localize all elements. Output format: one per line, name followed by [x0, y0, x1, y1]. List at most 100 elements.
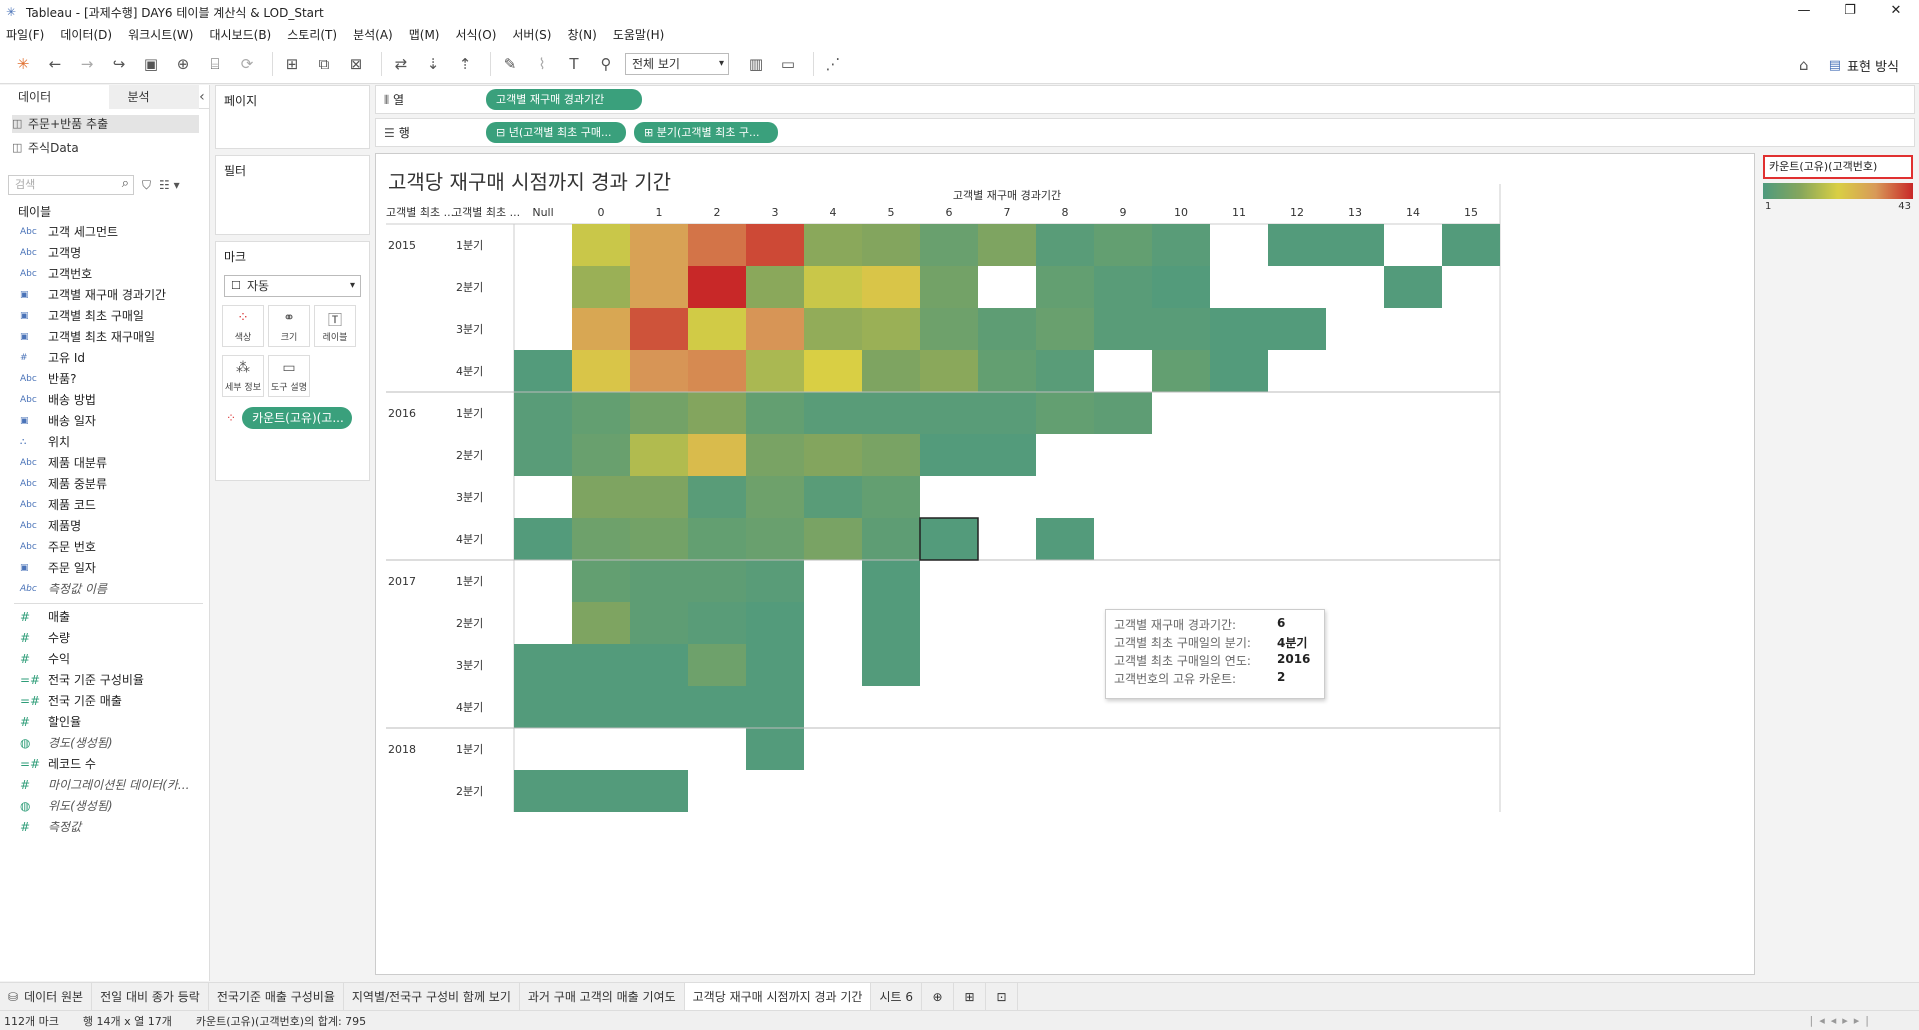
heatmap-cell[interactable]: [862, 602, 920, 644]
measure-field[interactable]: =# 전국 기준 매출: [0, 691, 209, 712]
size-button[interactable]: ⚭ 크기: [268, 305, 310, 347]
sheet-tab[interactable]: 과거 구매 고객의 매출 기여도: [520, 982, 685, 1011]
measure-field[interactable]: # 매출: [0, 607, 209, 628]
heatmap-cell[interactable]: [978, 308, 1036, 350]
color-field-pill[interactable]: 카운트(고유)(고...: [242, 407, 353, 429]
heatmap-cell[interactable]: [862, 266, 920, 308]
minimize-button[interactable]: —: [1781, 0, 1827, 24]
dimension-field[interactable]: Abc 제품명: [0, 516, 209, 537]
row-quarter-label[interactable]: 4분기: [456, 365, 483, 378]
row-quarter-label[interactable]: 3분기: [456, 659, 483, 672]
heatmap-cell[interactable]: [862, 434, 920, 476]
heatmap-cell[interactable]: [572, 644, 630, 686]
heatmap-cell[interactable]: [978, 434, 1036, 476]
heatmap-cell[interactable]: [1442, 224, 1500, 266]
row-quarter-label[interactable]: 2분기: [456, 617, 483, 630]
row-quarter-label[interactable]: 2분기: [456, 281, 483, 294]
dimension-field[interactable]: Abc 측정값 이름: [0, 579, 209, 600]
column-tick-label[interactable]: 1: [656, 206, 663, 219]
column-tick-label[interactable]: Null: [532, 206, 553, 219]
heatmap-cell[interactable]: [746, 644, 804, 686]
row-year-label[interactable]: 2018: [388, 743, 416, 756]
heatmap-cell[interactable]: [804, 224, 862, 266]
dimension-field[interactable]: Abc 배송 방법: [0, 390, 209, 411]
collapse-pane-icon[interactable]: ‹: [199, 85, 209, 108]
heatmap-cell[interactable]: [1036, 224, 1094, 266]
row-quarter-label[interactable]: 1분기: [456, 575, 483, 588]
heatmap-cell[interactable]: [862, 560, 920, 602]
columns-pill[interactable]: 고객별 재구매 경과기간: [486, 89, 642, 110]
row-quarter-label[interactable]: 4분기: [456, 701, 483, 714]
paint-icon[interactable]: ⌂: [1791, 52, 1817, 78]
dimension-field[interactable]: Abc 제품 대분류: [0, 453, 209, 474]
measure-field[interactable]: =# 레코드 수: [0, 754, 209, 775]
column-tick-label[interactable]: 9: [1120, 206, 1127, 219]
dimension-field[interactable]: Abc 반품?: [0, 369, 209, 390]
show-me-button[interactable]: ▤ 표현 방식: [1823, 56, 1899, 75]
heatmap-cell[interactable]: [688, 686, 746, 728]
rows-pill-year[interactable]: ⊟ 년(고객별 최초 구매...: [486, 122, 626, 143]
menu-item[interactable]: 맵(M): [409, 26, 440, 43]
legend-title[interactable]: 카운트(고유)(고객번호): [1763, 155, 1913, 179]
heatmap-cell[interactable]: [572, 434, 630, 476]
heatmap-cell[interactable]: [920, 350, 978, 392]
share-icon[interactable]: ⋰: [820, 51, 846, 77]
heatmap-cell[interactable]: [920, 518, 978, 560]
heatmap-cell[interactable]: [1094, 308, 1152, 350]
heatmap-cell[interactable]: [862, 518, 920, 560]
presentation-icon[interactable]: ▭: [775, 51, 801, 77]
heatmap-cell[interactable]: [1036, 350, 1094, 392]
menu-item[interactable]: 데이터(D): [60, 26, 112, 43]
undo-icon[interactable]: ←: [42, 51, 68, 77]
replay-icon[interactable]: ↪: [106, 51, 132, 77]
rows-pill-quarter[interactable]: ⊞ 분기(고객별 최초 구...: [634, 122, 778, 143]
heatmap-cell[interactable]: [514, 644, 572, 686]
view-size-select[interactable]: 전체 보기: [625, 52, 729, 75]
sheet-tab[interactable]: ⛁ 데이터 원본: [0, 982, 93, 1011]
dimension-field[interactable]: Abc 제품 중분류: [0, 474, 209, 495]
row-quarter-label[interactable]: 1분기: [456, 239, 483, 252]
heatmap-cell[interactable]: [688, 560, 746, 602]
new-worksheet-icon[interactable]: ⊞: [279, 51, 305, 77]
heatmap-cell[interactable]: [688, 602, 746, 644]
menu-item[interactable]: 스토리(T): [287, 26, 337, 43]
heatmap-cell[interactable]: [978, 224, 1036, 266]
maximize-button[interactable]: ❐: [1827, 0, 1873, 24]
menu-item[interactable]: 대시보드(B): [209, 26, 271, 43]
dimension-field[interactable]: ▣ 고객별 재구매 경과기간: [0, 285, 209, 306]
heatmap-cell[interactable]: [862, 224, 920, 266]
heatmap-cell[interactable]: [572, 224, 630, 266]
heatmap-cell[interactable]: [920, 434, 978, 476]
pages-card[interactable]: 페이지: [215, 85, 370, 149]
heatmap-cell[interactable]: [1210, 308, 1268, 350]
highlight-icon[interactable]: ✎: [497, 51, 523, 77]
heatmap-cell[interactable]: [1210, 350, 1268, 392]
columns-shelf[interactable]: ⫴ 열 고객별 재구매 경과기간: [375, 85, 1915, 114]
column-tick-label[interactable]: 7: [1004, 206, 1011, 219]
heatmap-cell[interactable]: [688, 476, 746, 518]
heatmap-cell[interactable]: [1036, 308, 1094, 350]
heatmap-cell[interactable]: [746, 686, 804, 728]
label-icon[interactable]: T: [561, 51, 587, 77]
heatmap-cell[interactable]: [514, 392, 572, 434]
row-year-label[interactable]: 2015: [388, 239, 416, 252]
heatmap-cell[interactable]: [1036, 266, 1094, 308]
heatmap-cell[interactable]: [572, 308, 630, 350]
menu-item[interactable]: 창(N): [567, 26, 596, 43]
menu-item[interactable]: 도움말(H): [613, 26, 665, 43]
dimension-field[interactable]: Abc 고객번호: [0, 264, 209, 285]
heatmap-cell[interactable]: [630, 476, 688, 518]
column-tick-label[interactable]: 6: [946, 206, 953, 219]
heatmap-cell[interactable]: [572, 602, 630, 644]
heatmap-cell[interactable]: [746, 434, 804, 476]
new-worksheet-icon[interactable]: ⊕: [922, 982, 954, 1011]
dimension-field[interactable]: ▣ 배송 일자: [0, 411, 209, 432]
heatmap-cell[interactable]: [804, 266, 862, 308]
row-quarter-label[interactable]: 1분기: [456, 407, 483, 420]
heatmap-cell[interactable]: [746, 266, 804, 308]
row-quarter-label[interactable]: 3분기: [456, 323, 483, 336]
dimension-field[interactable]: ⛬ 위치: [0, 432, 209, 453]
heatmap-cell[interactable]: [746, 308, 804, 350]
heatmap-cell[interactable]: [688, 434, 746, 476]
heatmap-cell[interactable]: [920, 266, 978, 308]
